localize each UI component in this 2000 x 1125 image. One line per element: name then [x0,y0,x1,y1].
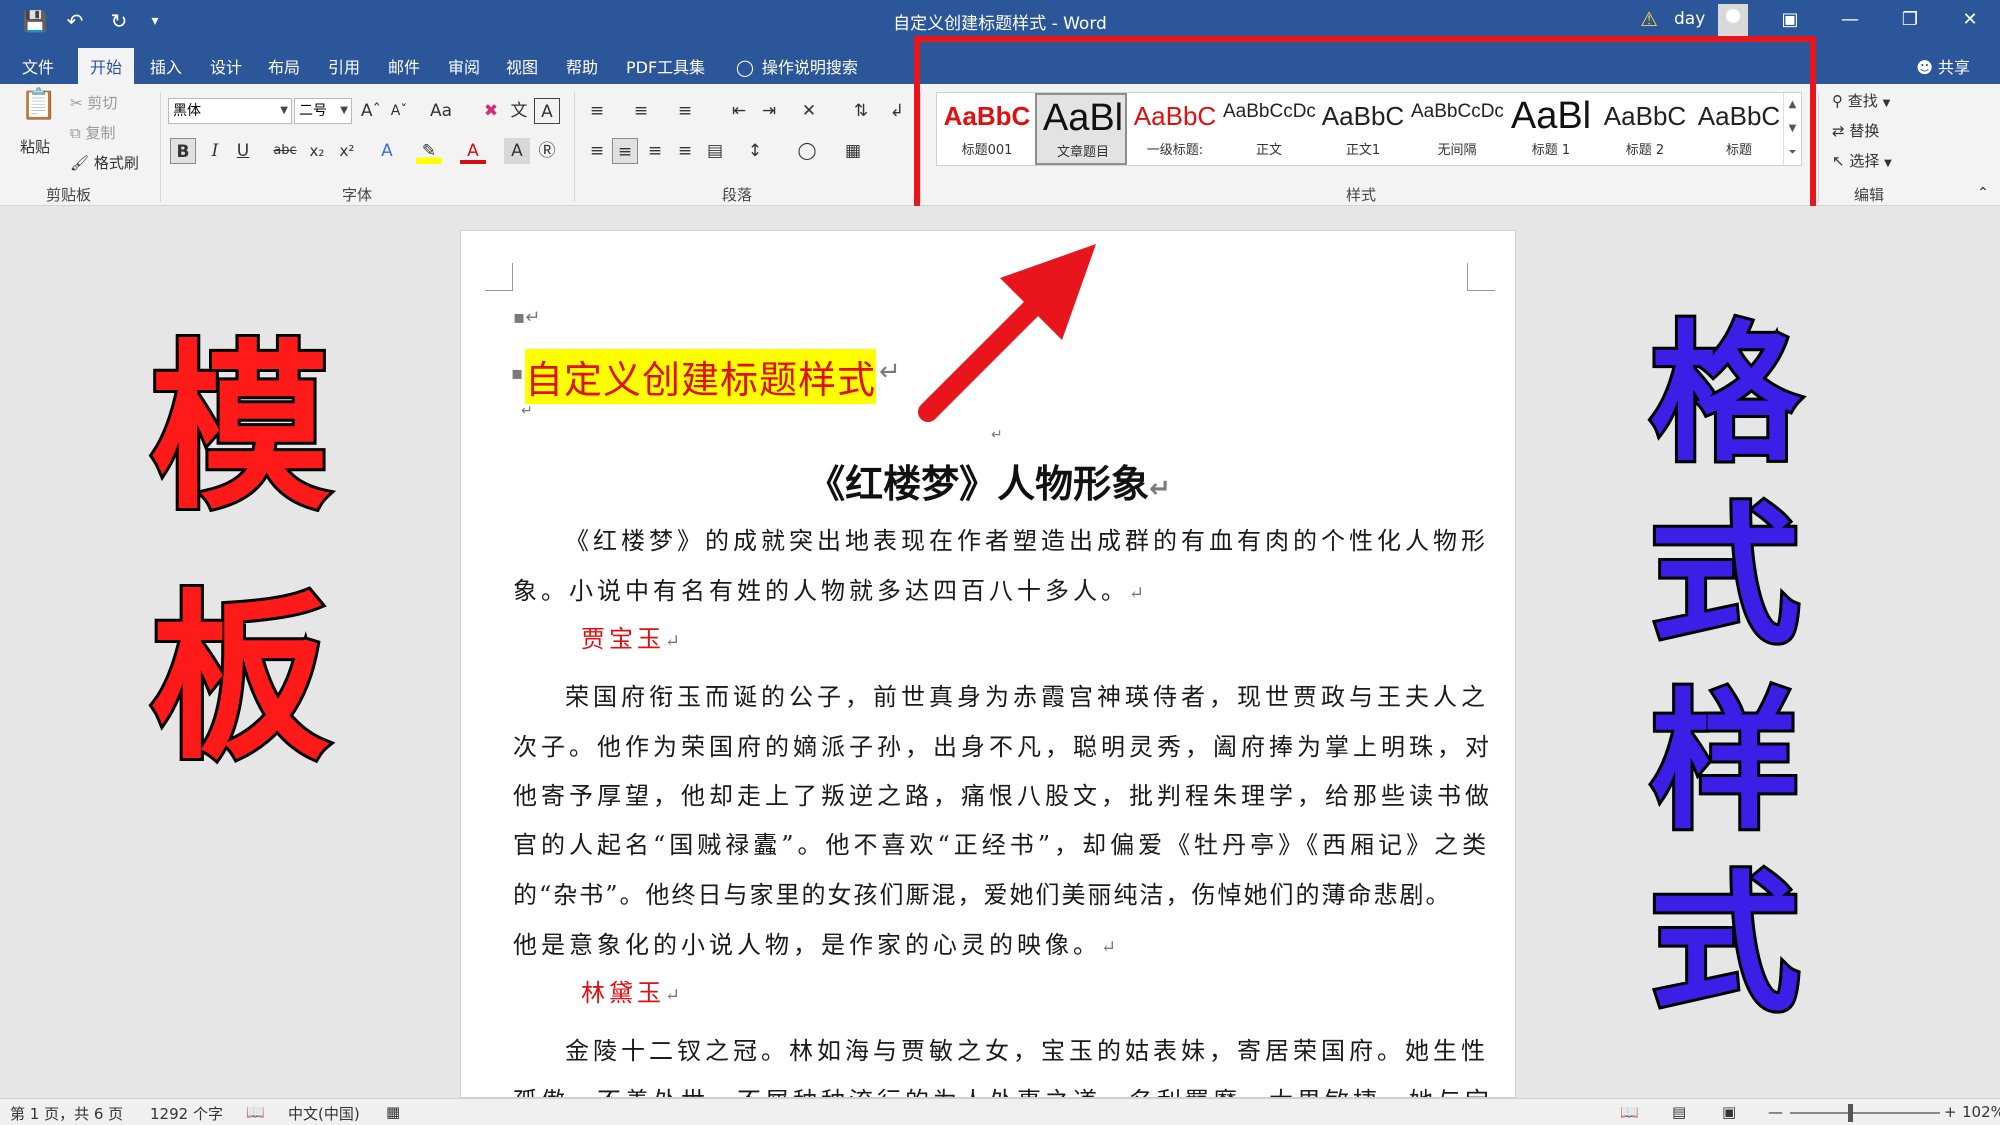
proofing-icon[interactable]: 📖 [246,1103,265,1121]
zoom-out-icon[interactable]: — [1768,1103,1783,1121]
zoom-level[interactable]: 102% [1962,1103,2000,1121]
overlay-right-char-1: 格 [1647,308,1803,482]
status-bar: 第 1 页，共 6 页 1292 个字 📖 中文(中国) ▦ 📖 ▤ ▣ — +… [0,1098,2000,1125]
word-count[interactable]: 1292 个字 [150,1103,223,1124]
overlay-right-char-3: 样 [1647,676,1803,850]
print-layout-icon[interactable]: ▤ [1672,1103,1686,1121]
overlay-right-char-2: 式 [1647,490,1803,664]
overlay-left-char-2: 板 [147,575,333,784]
page-count[interactable]: 第 1 页，共 6 页 [10,1103,123,1124]
zoom-slider-thumb[interactable] [1848,1104,1853,1122]
language[interactable]: 中文(中国) [288,1103,360,1124]
macro-icon[interactable]: ▦ [386,1103,400,1121]
web-layout-icon[interactable]: ▣ [1722,1103,1736,1121]
arrow-shaft [918,288,1052,422]
read-mode-icon[interactable]: 📖 [1620,1103,1639,1121]
overlay-left-char-1: 模 [147,325,333,534]
zoom-in-icon[interactable]: + [1944,1103,1957,1121]
overlay-right-char-4: 式 [1647,858,1803,1032]
zoom-slider[interactable] [1790,1112,1940,1114]
